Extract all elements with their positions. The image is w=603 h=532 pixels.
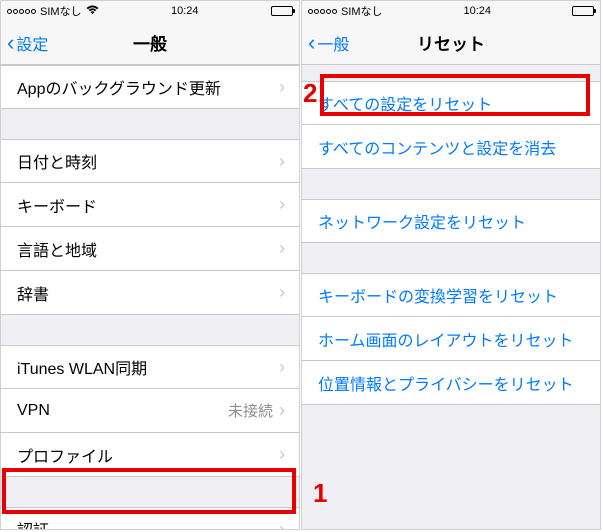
row-reset-keyboard[interactable]: キーボードの変換学習をリセット — [302, 273, 600, 317]
row-label: キーボードの変換学習をリセット — [318, 283, 586, 307]
row-label: 辞書 — [17, 281, 279, 305]
back-button[interactable]: ‹ 設定 — [1, 31, 48, 55]
row-language-region[interactable]: 言語と地域 › — [1, 227, 299, 271]
back-label: 設定 — [16, 31, 48, 55]
chevron-right-icon: › — [279, 151, 285, 172]
row-date-time[interactable]: 日付と時刻 › — [1, 139, 299, 183]
status-bar: SIMなし 10:24 — [1, 1, 299, 21]
back-button[interactable]: ‹ 一般 — [302, 31, 349, 55]
carrier-label: SIMなし — [341, 3, 383, 19]
row-profile[interactable]: プロファイル › — [1, 433, 299, 477]
row-label: プロファイル — [17, 443, 279, 467]
chevron-right-icon: › — [279, 194, 285, 215]
status-time: 10:24 — [464, 5, 492, 17]
row-label: すべての設定をリセット — [318, 91, 586, 115]
chevron-right-icon: › — [279, 282, 285, 303]
row-auth[interactable]: 認証 › — [1, 507, 299, 530]
row-label: 認証 — [17, 517, 279, 530]
row-label: キーボード — [17, 193, 279, 217]
nav-bar: ‹ 設定 一般 — [1, 21, 299, 65]
carrier-label: SIMなし — [40, 3, 82, 19]
settings-list: Appのバックグラウンド更新 › 日付と時刻 › キーボード › 言語と地域 ›… — [1, 65, 299, 530]
row-itunes-wlan[interactable]: iTunes WLAN同期 › — [1, 345, 299, 389]
row-label: Appのバックグラウンド更新 — [17, 75, 279, 99]
battery-icon — [271, 6, 293, 16]
signal-icon — [308, 9, 337, 14]
row-label: iTunes WLAN同期 — [17, 355, 279, 379]
status-bar: SIMなし 10:24 — [302, 1, 600, 21]
row-reset-location[interactable]: 位置情報とプライバシーをリセット — [302, 361, 600, 405]
chevron-left-icon: ‹ — [7, 32, 14, 54]
nav-bar: ‹ 一般 リセット — [302, 21, 600, 65]
chevron-left-icon: ‹ — [308, 32, 315, 54]
row-keyboard[interactable]: キーボード › — [1, 183, 299, 227]
reset-list: すべての設定をリセット すべてのコンテンツと設定を消去 ネットワーク設定をリセッ… — [302, 65, 600, 405]
chevron-right-icon: › — [279, 238, 285, 259]
chevron-right-icon: › — [279, 77, 285, 98]
row-reset-network[interactable]: ネットワーク設定をリセット — [302, 199, 600, 243]
wifi-icon — [86, 5, 99, 18]
row-reset-all-settings[interactable]: すべての設定をリセット — [302, 81, 600, 125]
row-erase-all[interactable]: すべてのコンテンツと設定を消去 — [302, 125, 600, 169]
row-label: 言語と地域 — [17, 237, 279, 261]
row-label: ネットワーク設定をリセット — [318, 209, 586, 233]
row-dictionary[interactable]: 辞書 › — [1, 271, 299, 315]
row-label: VPN — [17, 402, 228, 420]
signal-icon — [7, 9, 36, 14]
chevron-right-icon: › — [279, 357, 285, 378]
row-label: 日付と時刻 — [17, 149, 279, 173]
chevron-right-icon: › — [279, 519, 285, 531]
status-time: 10:24 — [171, 5, 199, 17]
row-detail: 未接続 — [228, 400, 273, 421]
row-label: ホーム画面のレイアウトをリセット — [318, 327, 586, 351]
row-bg-refresh[interactable]: Appのバックグラウンド更新 › — [1, 65, 299, 109]
row-vpn[interactable]: VPN 未接続 › — [1, 389, 299, 433]
row-label: すべてのコンテンツと設定を消去 — [318, 135, 586, 159]
row-reset-home[interactable]: ホーム画面のレイアウトをリセット — [302, 317, 600, 361]
back-label: 一般 — [317, 31, 349, 55]
chevron-right-icon: › — [279, 444, 285, 465]
screen-general: SIMなし 10:24 ‹ 設定 一般 Appのバックグラウンド更新 › 日付と… — [0, 0, 300, 530]
row-label: 位置情報とプライバシーをリセット — [318, 371, 586, 395]
chevron-right-icon: › — [279, 400, 285, 421]
battery-icon — [572, 6, 594, 16]
screen-reset: SIMなし 10:24 ‹ 一般 リセット すべての設定をリセット すべてのコン… — [301, 0, 601, 530]
